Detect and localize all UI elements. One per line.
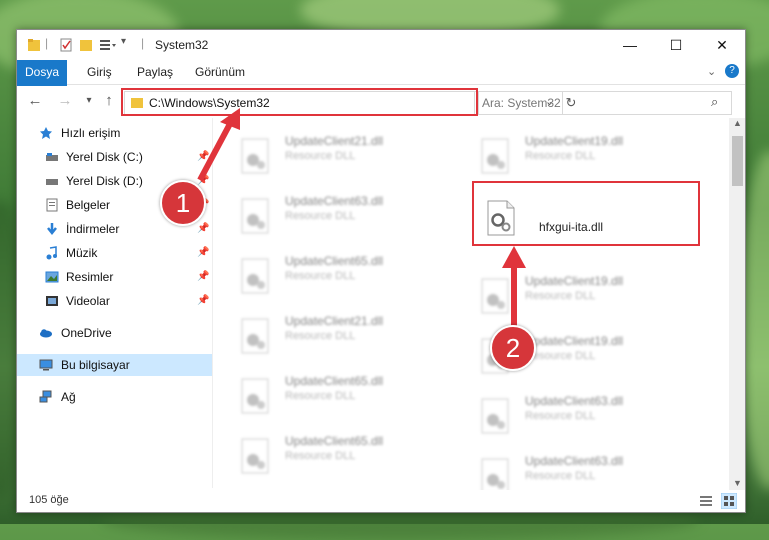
arrow-to-file (502, 246, 526, 330)
step-badge-2: 2 (490, 325, 536, 371)
annotation-arrows (197, 108, 526, 330)
step-badge-1: 1 (160, 180, 206, 226)
arrow-to-address-bar (197, 108, 240, 182)
